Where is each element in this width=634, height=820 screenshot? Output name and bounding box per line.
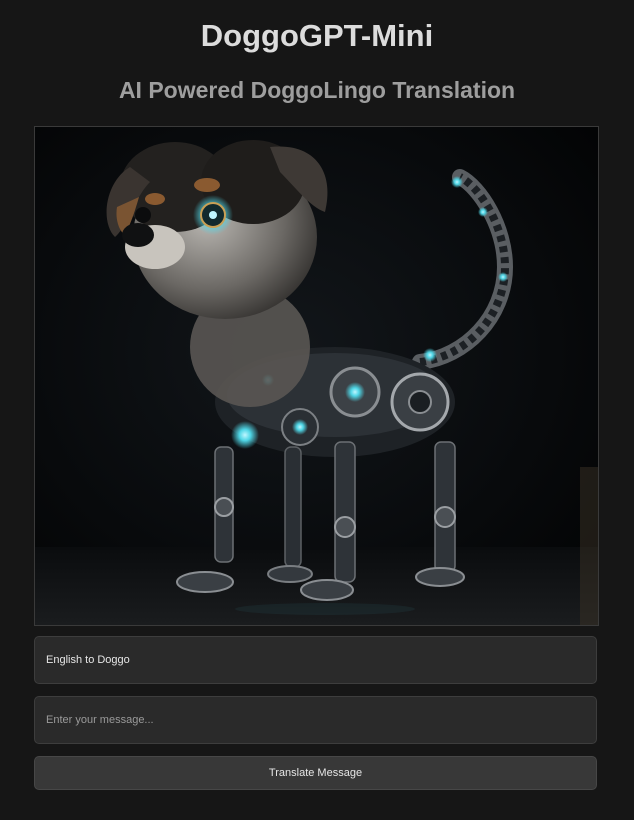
robot-dog-illustration <box>35 127 598 625</box>
message-input-container <box>34 696 597 744</box>
translate-message-button[interactable]: Translate Message <box>34 756 597 790</box>
hero-image <box>34 126 599 626</box>
page-title: DoggoGPT-Mini <box>200 18 434 53</box>
translation-direction-select[interactable]: English to Doggo <box>34 636 597 684</box>
page-subtitle: AI Powered DoggoLingo Translation <box>118 77 516 103</box>
message-input[interactable] <box>35 697 596 743</box>
page: DoggoGPT-Mini AI Powered DoggoLingo Tran… <box>0 0 634 820</box>
translation-direction-value: English to Doggo <box>46 654 130 666</box>
